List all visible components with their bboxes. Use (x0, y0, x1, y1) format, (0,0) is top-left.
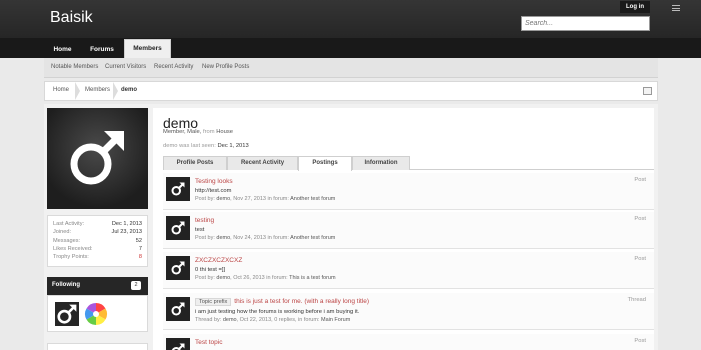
male-symbol-icon (171, 182, 185, 196)
main-nav: Home Forums Members (0, 38, 701, 58)
tab-postings[interactable]: Postings (298, 156, 352, 171)
male-symbol-icon (171, 343, 185, 350)
author-link[interactable]: demo (216, 275, 230, 281)
post-meta: Post by: demo, Nov 24, 2013 in forum: An… (195, 235, 336, 241)
sidebar-panel (47, 343, 148, 350)
breadcrumb-separator (113, 82, 118, 100)
post-type-label: Post (634, 177, 646, 183)
post-type-label: Thread (627, 297, 646, 303)
forum-link[interactable]: Another test forum (290, 196, 335, 202)
breadcrumb: Home Members demo (44, 81, 658, 101)
stat-trophy-points: Trophy Points: 8 (53, 254, 142, 261)
post-snippet: 0 thi test =]] (195, 267, 226, 273)
author-link[interactable]: demo (216, 196, 230, 202)
forum-link[interactable]: This is a test forum (289, 275, 335, 281)
post-title-link[interactable]: testing (195, 217, 214, 224)
topic-prefix-badge[interactable]: Topic prefix (195, 298, 232, 306)
post-snippet: test (195, 227, 205, 233)
member-stats: Last Activity: Dec 1, 2013 Joined: Jul 23,… (47, 215, 148, 267)
author-link[interactable]: demo (223, 317, 237, 323)
stat-last-activity: Last Activity: Dec 1, 2013 (53, 221, 142, 227)
male-symbol-icon (171, 261, 185, 275)
forum-link[interactable]: Main Forum (321, 317, 350, 323)
following-avatar[interactable] (55, 302, 79, 326)
stat-likes-received: Likes Received: 7 (53, 245, 142, 252)
user-blurb: Member, Male, from House (163, 129, 233, 135)
breadcrumb-home[interactable]: Home (53, 87, 69, 93)
nav-tab-forums[interactable]: Forums (82, 41, 122, 58)
list-item: Testing looks http://test.com Post by: d… (163, 173, 654, 210)
profile-tabs: Profile Posts Recent Activity Postings I… (163, 156, 654, 171)
search-input[interactable] (521, 16, 650, 31)
list-icon[interactable] (672, 5, 680, 11)
post-title-link[interactable]: Testing looks (195, 178, 233, 185)
post-type-label: Post (634, 256, 646, 262)
post-type-label: Post (634, 216, 646, 222)
nav-tab-home[interactable]: Home (44, 41, 81, 58)
subnav-current-visitors[interactable]: Current Visitors (105, 64, 146, 70)
male-symbol-icon (171, 221, 185, 235)
author-link[interactable]: demo (216, 235, 230, 241)
color-wheel-icon (85, 303, 107, 325)
avatar[interactable] (166, 297, 190, 321)
stat-messages: Messages: 52 (53, 237, 142, 244)
post-meta: Post by: demo, Nov 27, 2013 in forum: An… (195, 196, 336, 202)
breadcrumb-current: demo (121, 87, 138, 93)
breadcrumb-separator (75, 82, 80, 100)
avatar[interactable] (166, 177, 190, 201)
site-logo[interactable]: Baisik (50, 9, 93, 27)
male-symbol-icon (171, 302, 185, 316)
post-snippet: i am just testing how the forums is work… (195, 309, 360, 315)
list-item: testing test Post by: demo, Nov 24, 2013… (163, 212, 654, 249)
subnav-new-profile-posts[interactable]: New Profile Posts (202, 64, 249, 70)
nav-tab-members[interactable]: Members (124, 39, 171, 58)
avatar[interactable] (166, 216, 190, 240)
location-link[interactable]: House (216, 129, 233, 135)
subnav-recent-activity[interactable]: Recent Activity (154, 64, 193, 70)
post-title-link: Topic prefix this is just a test for me. … (195, 298, 369, 306)
forum-link[interactable]: Another test forum (290, 235, 335, 241)
breadcrumb-menu-icon[interactable] (643, 87, 652, 95)
post-meta: Thread by: demo, Oct 22, 2013, 0 replies… (195, 317, 351, 323)
following-title: Following (52, 282, 80, 288)
sub-nav: Notable Members Current Visitors Recent … (44, 58, 658, 78)
post-type-label: Post (634, 338, 646, 344)
last-seen: demo was last seen: Dec 1, 2013 (163, 143, 249, 149)
breadcrumb-members[interactable]: Members (85, 87, 110, 93)
tab-information[interactable]: Information (352, 156, 410, 170)
following-list (47, 295, 148, 332)
thread-title-link[interactable]: this is just a test for me. (with a real… (234, 298, 369, 305)
list-item: ZXCZXCZXCXZ 0 thi test =]] Post by: demo… (163, 252, 654, 289)
post-title-link[interactable]: Test topic (195, 339, 222, 346)
post-title-link[interactable]: ZXCZXCZXCXZ (195, 257, 242, 264)
list-item: Test topic Post (163, 334, 654, 350)
avatar[interactable] (166, 338, 190, 350)
following-avatar[interactable] (84, 302, 108, 326)
avatar[interactable] (47, 108, 148, 209)
site-header: Baisik Log in (0, 0, 701, 38)
tab-profile-posts[interactable]: Profile Posts (163, 156, 227, 170)
following-header: Following 2 (47, 277, 148, 295)
post-snippet: http://test.com (195, 188, 232, 194)
tab-recent-activity[interactable]: Recent Activity (227, 156, 298, 170)
subnav-notable-members[interactable]: Notable Members (51, 64, 98, 70)
following-count-badge[interactable]: 2 (131, 281, 141, 290)
post-meta: Post by: demo, Oct 26, 2013 in forum: Th… (195, 275, 336, 281)
male-symbol-icon (57, 304, 77, 324)
stat-joined: Joined: Jul 23, 2013 (53, 229, 142, 236)
login-button[interactable]: Log in (620, 1, 650, 13)
list-item: Topic prefix this is just a test for me. … (163, 293, 654, 330)
male-symbol-icon (70, 131, 124, 185)
avatar[interactable] (166, 256, 190, 280)
